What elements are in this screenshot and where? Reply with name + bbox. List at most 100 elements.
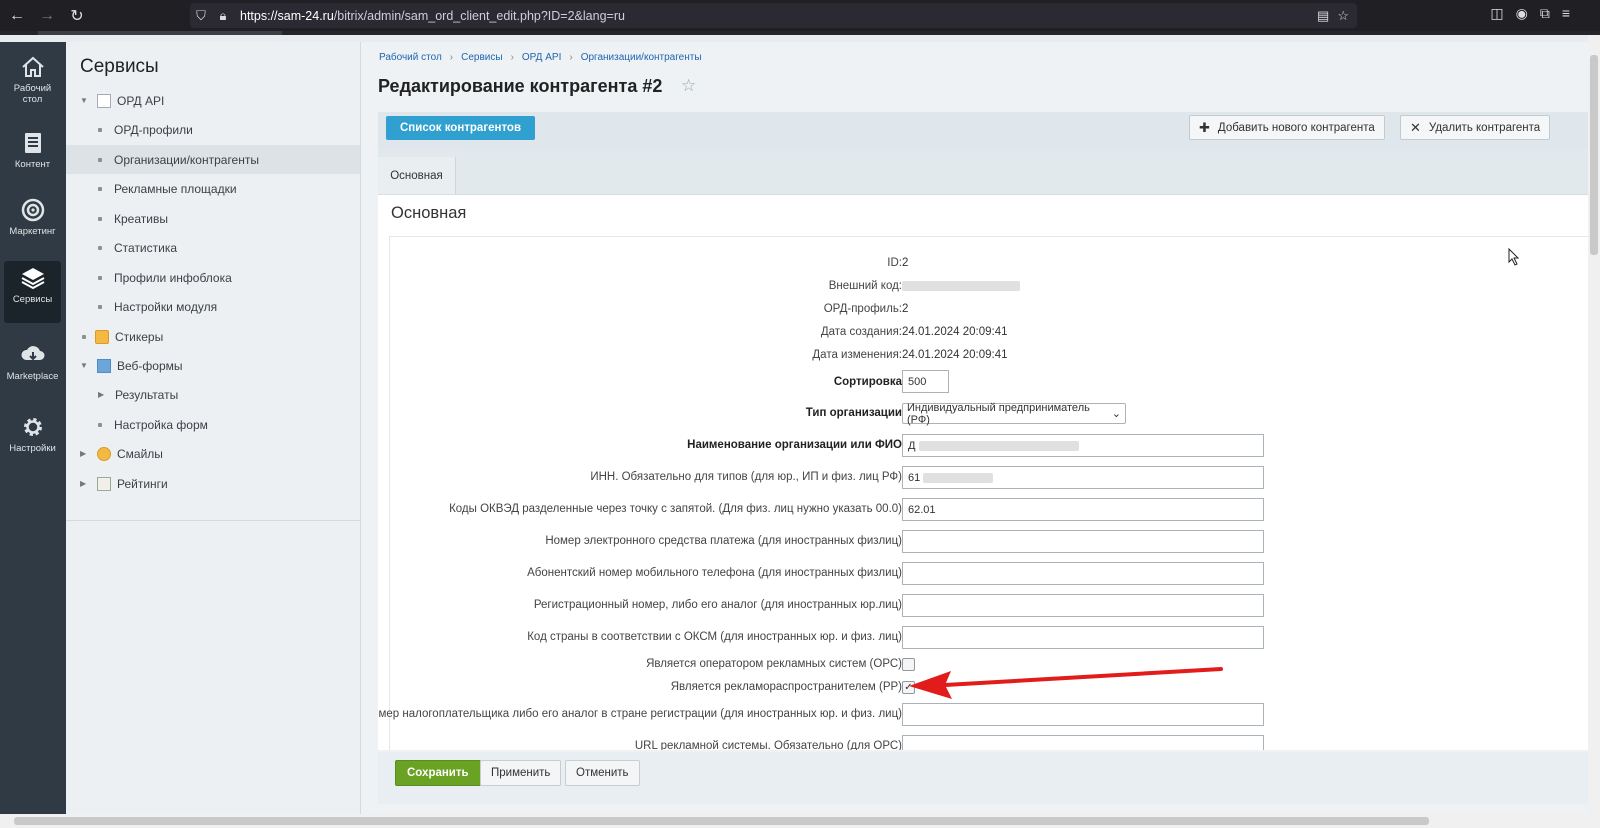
external-code-value xyxy=(902,280,1020,292)
back-icon[interactable]: ← xyxy=(4,3,30,29)
gear-icon xyxy=(23,418,42,436)
external-code-label: Внешний код: xyxy=(828,280,902,292)
breadcrumb-ord-api[interactable]: ОРД API xyxy=(522,52,561,63)
url-text[interactable]: https://sam-24.ru/bitrix/admin/sam_ord_c… xyxy=(240,9,625,23)
sidebar-item-module-settings[interactable]: Настройки модуля xyxy=(66,292,360,321)
sort-input[interactable]: 500 xyxy=(902,370,949,393)
sidebar-divider xyxy=(66,520,360,521)
sidebar-item-statistics[interactable]: Статистика xyxy=(66,233,360,262)
nav-desktop[interactable]: Рабочий стол xyxy=(4,50,61,110)
mouse-cursor-icon xyxy=(1508,248,1520,266)
sidebar-item-ord-profiles[interactable]: ОРД-профили xyxy=(66,115,360,144)
created-value: 24.01.2024 20:09:41 xyxy=(902,326,1008,338)
shield-icon[interactable]: ⛉ xyxy=(190,8,212,24)
sidebar-item-stickers[interactable]: Стикеры xyxy=(66,322,360,351)
list-contractors-button[interactable]: Список контрагентов xyxy=(386,116,536,140)
address-bar[interactable]: ⛉ 🔒︎ https://sam-24.ru/bitrix/admin/sam_… xyxy=(190,3,1357,28)
inn-label: ИНН. Обязательно для типов (для юр., ИП … xyxy=(590,471,902,483)
sidebar-title: Сервисы xyxy=(80,56,159,77)
org-type-label: Тип организации xyxy=(805,407,902,419)
cloud-download-icon xyxy=(20,346,44,361)
favorite-star-icon[interactable]: ☆ xyxy=(681,76,696,96)
nav-marketplace[interactable]: Marketplace xyxy=(4,338,61,398)
org-type-select[interactable]: Индивидуальный предприниматель (РФ) ⌄ xyxy=(902,402,1126,426)
sidebar-item-ad-platforms[interactable]: Рекламные площадки xyxy=(66,174,360,203)
nav-label: Рабочий стол xyxy=(13,83,52,105)
reader-icon[interactable]: ▤ xyxy=(1317,8,1329,24)
extensions-icon[interactable]: ⧉ xyxy=(1540,5,1550,22)
expand-down-icon[interactable]: ▼ xyxy=(80,361,88,370)
payment-label: Номер электронного средства платежа (для… xyxy=(545,535,902,547)
name-input[interactable]: Д xyxy=(902,434,1264,457)
form-footer: Сохранить Применить Отменить xyxy=(378,752,1588,804)
apply-button[interactable]: Применить xyxy=(480,760,562,786)
add-contractor-button[interactable]: ✚ Добавить нового контрагента xyxy=(1189,115,1385,140)
reg-input[interactable] xyxy=(902,594,1264,617)
taxnum-label: Номер налогоплательщика либо его аналог … xyxy=(378,708,902,720)
breadcrumb-organizations[interactable]: Организации/контрагенты xyxy=(581,52,702,63)
lock-icon[interactable]: 🔒︎ xyxy=(212,8,234,24)
vertical-scrollbar[interactable] xyxy=(1588,35,1600,815)
ord-profile-value: 2 xyxy=(902,303,909,315)
horizontal-scrollbar[interactable] xyxy=(0,814,1600,828)
okved-label: Коды ОКВЭД разделенные через точку с зап… xyxy=(449,503,902,515)
expand-down-icon[interactable]: ▼ xyxy=(80,96,88,105)
tab-main[interactable]: Основная xyxy=(378,157,456,194)
ors-label: Является оператором рекламных систем (ОР… xyxy=(646,658,902,670)
ord-profile-label: ОРД-профиль: xyxy=(823,303,902,315)
sidebar-item-smiles[interactable]: ▶ Смайлы xyxy=(66,439,360,468)
account-icon[interactable]: ◉ xyxy=(1516,5,1528,22)
save-button[interactable]: Сохранить xyxy=(395,760,481,786)
services-sidebar: Сервисы ▼ ОРД API ОРД-профили Организаци… xyxy=(66,42,361,814)
expand-right-icon[interactable]: ▶ xyxy=(80,449,88,458)
sidebar-item-form-settings[interactable]: Настройка форм xyxy=(66,410,360,439)
smile-icon xyxy=(97,446,111,461)
sidebar-item-ord-api[interactable]: ▼ ОРД API xyxy=(66,86,360,115)
browser-toolbar: ← → ↻ ⛉ 🔒︎ https://sam-24.ru/bitrix/admi… xyxy=(0,0,1600,31)
nav-label: Контент xyxy=(14,159,51,170)
sidebar-item-results[interactable]: ▶ Результаты xyxy=(66,380,360,409)
breadcrumb-services[interactable]: Сервисы xyxy=(461,52,502,63)
sidebar-item-iblock-profiles[interactable]: Профили инфоблока xyxy=(66,263,360,292)
nav-services[interactable]: Сервисы xyxy=(4,261,61,323)
cancel-button[interactable]: Отменить xyxy=(565,760,640,786)
rr-label: Является рекламораспространителем (РР) xyxy=(670,681,902,693)
sidebar-item-creatives[interactable]: Креативы xyxy=(66,204,360,233)
country-label: Код страны в соответствии с ОКСМ (для ин… xyxy=(527,631,902,643)
breadcrumb-desktop[interactable]: Рабочий стол xyxy=(379,52,442,63)
sort-label: Сортировка xyxy=(833,376,902,388)
phone-input[interactable] xyxy=(902,562,1264,585)
expand-right-icon[interactable]: ▶ xyxy=(98,390,106,399)
url-input[interactable] xyxy=(902,735,1264,750)
nav-label: Настройки xyxy=(9,443,56,454)
delete-contractor-button[interactable]: ✕ Удалить контрагента xyxy=(1400,115,1551,140)
page-title: Редактирование контрагента #2 xyxy=(378,76,663,96)
okved-input[interactable]: 62.01 xyxy=(902,498,1264,521)
id-value: 2 xyxy=(902,257,909,269)
payment-input[interactable] xyxy=(902,530,1264,553)
chevron-right-icon: › xyxy=(510,52,514,63)
bookmark-star-icon[interactable]: ☆ xyxy=(1337,8,1349,24)
main-content: Рабочий стол › Сервисы › ОРД API › Организа… xyxy=(361,42,1588,814)
sidebar-item-webforms[interactable]: ▼ Веб-формы xyxy=(66,351,360,380)
nav-content[interactable]: Контент xyxy=(4,126,61,186)
taxnum-input[interactable] xyxy=(902,703,1264,726)
inn-input[interactable]: 61 xyxy=(902,466,1264,489)
layers-icon xyxy=(21,268,44,290)
expand-right-icon[interactable]: ▶ xyxy=(80,479,88,488)
close-icon: ✕ xyxy=(1410,119,1421,135)
target-icon xyxy=(21,198,44,222)
sticker-icon xyxy=(95,329,109,344)
sidebar-item-ratings[interactable]: ▶ Рейтинги xyxy=(66,469,360,498)
forward-icon[interactable]: → xyxy=(34,3,60,29)
nav-settings[interactable]: Настройки xyxy=(4,410,61,470)
pocket-icon[interactable]: ◫ xyxy=(1490,5,1503,22)
modified-value: 24.01.2024 20:09:41 xyxy=(902,349,1008,361)
nav-label: Сервисы xyxy=(12,294,53,305)
nav-marketing[interactable]: Маркетинг xyxy=(4,193,61,253)
menu-icon[interactable]: ≡ xyxy=(1562,5,1570,22)
reload-icon[interactable]: ↻ xyxy=(64,3,90,29)
reg-label: Регистрационный номер, либо его аналог (… xyxy=(533,599,902,611)
sidebar-item-organizations[interactable]: Организации/контрагенты xyxy=(66,145,360,174)
country-input[interactable] xyxy=(902,626,1264,649)
